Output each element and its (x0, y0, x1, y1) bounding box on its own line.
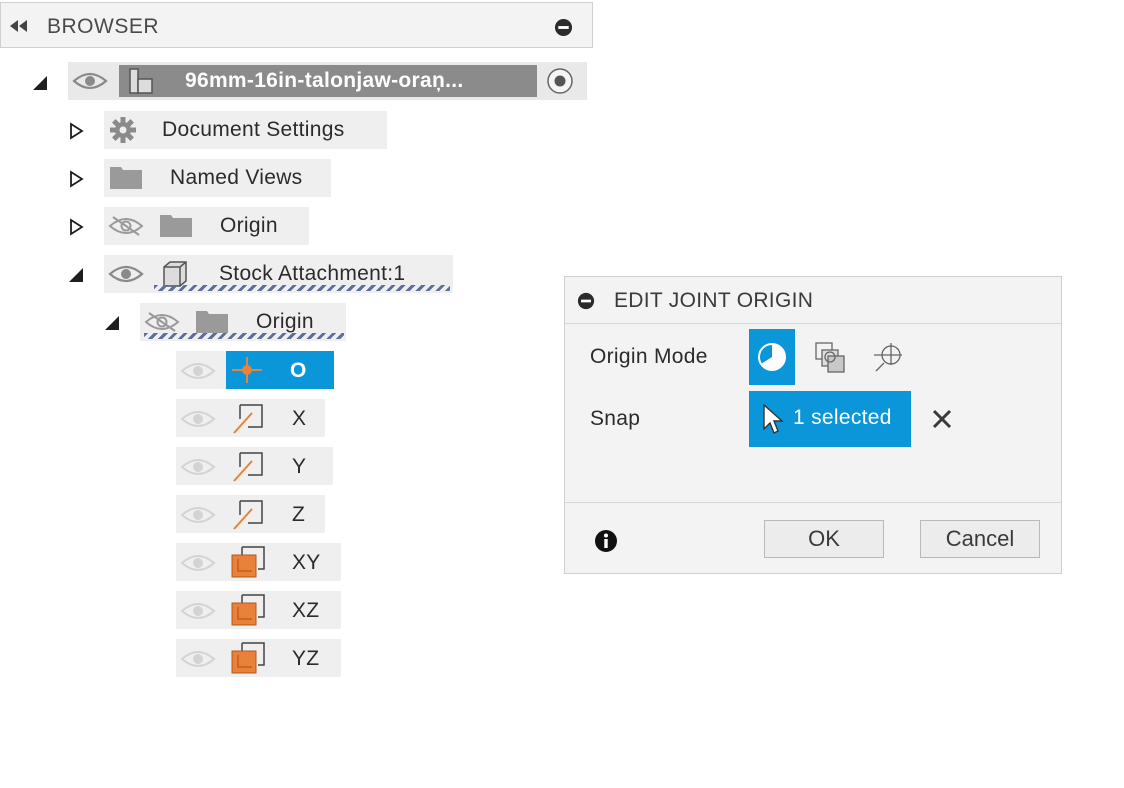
simple-origin-icon (758, 343, 786, 371)
snap-selection-button[interactable]: 1 selected (749, 391, 911, 447)
snap-value: 1 selected (793, 406, 892, 429)
visibility-eye-icon[interactable] (180, 552, 216, 574)
expanded-triangle-icon[interactable] (67, 266, 85, 284)
snap-label: Snap (590, 407, 641, 430)
axis-icon (233, 500, 263, 530)
between-two-faces-icon (815, 342, 845, 373)
dashed-underline (154, 285, 450, 291)
origin-point-label: O (290, 359, 307, 382)
plane-icon (231, 546, 265, 578)
tree-item-stock-attachment[interactable]: Stock Attachment:1 (104, 255, 453, 293)
axis-icon (233, 404, 263, 434)
tree-root-row[interactable]: 96mm-16in-talonjaw-oraņ... (68, 62, 587, 100)
hidden-eye-icon[interactable] (144, 311, 180, 333)
two-edge-intersection-icon (874, 343, 902, 372)
origin-mode-simple-button[interactable] (749, 329, 795, 385)
z-axis-row[interactable]: Z (176, 495, 325, 533)
xy-plane-row[interactable]: XY (176, 543, 341, 581)
plane-icon (231, 642, 265, 674)
cursor-arrow-icon (763, 403, 784, 434)
minimize-icon[interactable] (577, 292, 595, 310)
tree-item-origin[interactable]: Origin (104, 207, 309, 245)
visibility-eye-icon[interactable] (180, 408, 216, 430)
visibility-eye-icon[interactable] (180, 648, 216, 670)
origin-mode-between-button[interactable] (807, 329, 853, 385)
info-icon[interactable] (594, 529, 618, 553)
collapsed-triangle-icon[interactable] (67, 122, 85, 140)
root-label: 96mm-16in-talonjaw-oraņ... (185, 69, 464, 92)
xz-plane-row[interactable]: XZ (176, 591, 341, 629)
visibility-eye-icon[interactable] (108, 263, 144, 285)
y-axis-row[interactable]: Y (176, 447, 333, 485)
plane-icon (231, 594, 265, 626)
gear-icon (110, 117, 136, 143)
ok-button[interactable]: OK (764, 520, 884, 558)
plane-label: XZ (292, 599, 320, 622)
tree-item-named-views[interactable]: Named Views (104, 159, 331, 197)
visibility-eye-icon[interactable] (180, 456, 216, 478)
component-icon (129, 68, 153, 94)
collapse-panel-icon[interactable] (7, 15, 29, 37)
tree-item-label: Stock Attachment:1 (219, 262, 406, 285)
dialog-divider (565, 502, 1061, 503)
activate-radio-icon[interactable] (546, 67, 574, 95)
visibility-eye-icon[interactable] (180, 504, 216, 526)
tree-item-label: Origin (220, 214, 278, 237)
dialog-title: EDIT JOINT ORIGIN (614, 289, 814, 312)
dialog-header[interactable]: EDIT JOINT ORIGIN (565, 277, 1061, 324)
folder-icon (160, 215, 192, 237)
browser-title: BROWSER (47, 15, 160, 38)
folder-icon (196, 311, 228, 333)
x-axis-row[interactable]: X (176, 399, 325, 437)
tree-item-label: Document Settings (162, 118, 345, 141)
minimize-icon[interactable] (554, 18, 573, 37)
axis-label: X (292, 407, 307, 430)
axis-icon (233, 452, 263, 482)
origin-mode-two-edge-button[interactable] (866, 329, 912, 385)
browser-header: BROWSER (0, 2, 593, 48)
expanded-triangle-icon[interactable] (103, 314, 121, 332)
tree-item-label: Origin (256, 310, 314, 333)
visibility-eye-icon[interactable] (180, 600, 216, 622)
plane-label: YZ (292, 647, 320, 670)
axis-label: Z (292, 503, 306, 526)
clear-selection-x-icon[interactable] (931, 408, 953, 430)
dashed-underline (144, 333, 344, 339)
visibility-eye-icon[interactable] (72, 70, 108, 92)
folder-icon (110, 167, 142, 189)
visibility-eye-icon[interactable] (180, 360, 216, 382)
expanded-triangle-icon[interactable] (31, 74, 49, 92)
origin-mode-label: Origin Mode (590, 345, 708, 368)
axis-label: Y (292, 455, 307, 478)
origin-point-icon (232, 357, 262, 383)
collapsed-triangle-icon[interactable] (67, 218, 85, 236)
edit-joint-origin-dialog: EDIT JOINT ORIGIN Origin Mode Snap 1 sel… (564, 276, 1062, 574)
yz-plane-row[interactable]: YZ (176, 639, 341, 677)
cancel-button[interactable]: Cancel (920, 520, 1040, 558)
tree-item-document-settings[interactable]: Document Settings (104, 111, 387, 149)
tree-item-origin-nested[interactable]: Origin (140, 303, 346, 341)
tree-item-label: Named Views (170, 166, 303, 189)
plane-label: XY (292, 551, 321, 574)
origin-point-row[interactable]: O (176, 351, 334, 389)
collapsed-triangle-icon[interactable] (67, 170, 85, 188)
hidden-eye-icon[interactable] (108, 215, 144, 237)
